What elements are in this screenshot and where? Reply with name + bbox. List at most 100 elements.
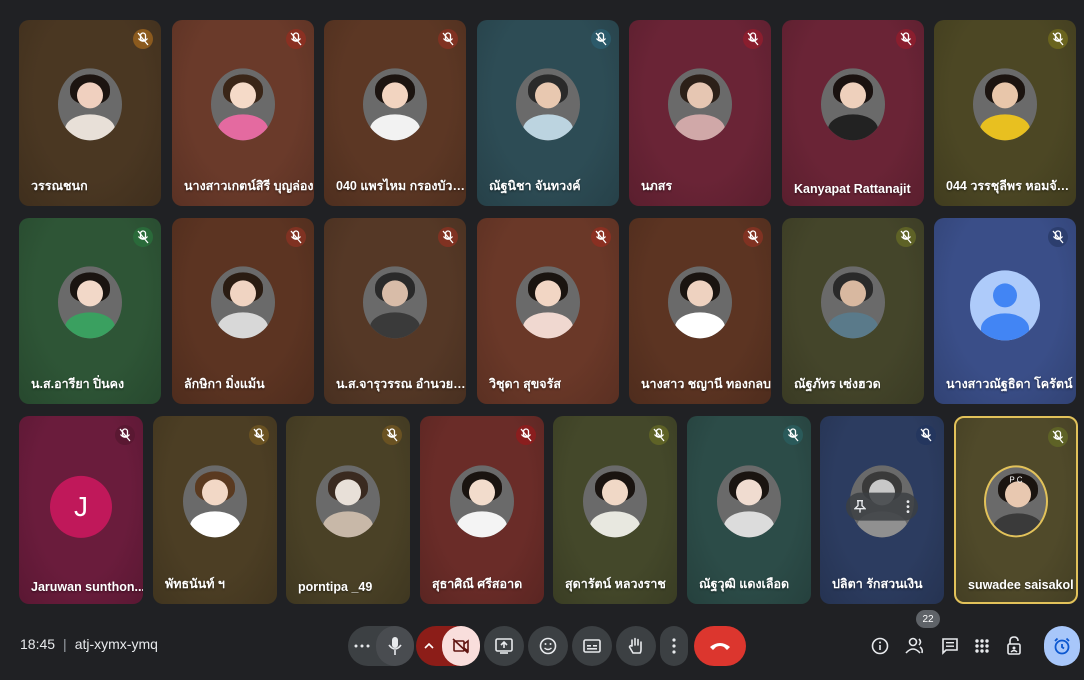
participant-tile[interactable]: J Jaruwan sunthon... (19, 416, 143, 604)
bottom-control-bar: 18:45 | atj-xymx-ymq 22 (0, 610, 1084, 680)
participant-tile[interactable]: P C suwadee saisakol (954, 416, 1078, 604)
participant-name: น.ส.จารุวรรณ อำนวยพร (336, 377, 466, 391)
tile-hover-controls (846, 492, 918, 521)
muted-indicator (286, 29, 306, 49)
avatar (211, 266, 275, 339)
avatar (668, 68, 732, 141)
camera-control-group (416, 626, 480, 666)
mic-off-icon (653, 428, 665, 442)
mic-toggle-button[interactable] (376, 626, 414, 666)
host-controls-button[interactable] (1002, 634, 1026, 658)
more-vert-icon (672, 638, 676, 654)
participant-tile[interactable]: Kanyapat Rattanajit (782, 20, 924, 206)
mic-off-icon (747, 230, 759, 244)
participant-tile[interactable]: น.ส.จารุวรรณ อำนวยพร (324, 218, 466, 404)
mic-off-icon (1052, 430, 1064, 444)
participant-name: นภสร (641, 179, 673, 193)
participant-tile[interactable]: นางสาวเกตน์สิรี บุญล่อง (172, 20, 314, 206)
participant-name: ปลิตา รักสวนเงิน (832, 577, 923, 591)
people-icon (905, 637, 924, 654)
mic-off-icon (1052, 32, 1064, 46)
raise-hand-icon (628, 637, 642, 654)
meeting-info: 18:45 | atj-xymx-ymq (20, 636, 158, 652)
participant-tile[interactable]: พัทธนันท์ ฯ (153, 416, 277, 604)
participant-tile[interactable]: ณัฐวุฒิ แดงเลือด (687, 416, 811, 604)
ai-companion-button[interactable] (1044, 626, 1080, 666)
meeting-details-button[interactable] (868, 634, 892, 658)
participant-count-badge: 22 (916, 610, 940, 628)
participant-tile[interactable]: สุดารัตน์ หลวงราช (553, 416, 677, 604)
mic-off-icon (119, 428, 131, 442)
more-icon (354, 644, 370, 648)
pin-icon[interactable] (854, 499, 866, 514)
mic-icon (388, 637, 402, 655)
more-vert-icon[interactable] (906, 500, 910, 514)
avatar (316, 465, 380, 538)
participant-tile[interactable]: วิชุดา สุขจรัส (477, 218, 619, 404)
avatar (211, 68, 275, 141)
muted-indicator (1048, 427, 1068, 447)
raise-hand-button[interactable] (616, 626, 656, 666)
participant-name: ลักษิกา มิ่งแม้น (184, 377, 265, 391)
avatar (668, 266, 732, 339)
muted-indicator (591, 29, 611, 49)
participant-tile[interactable]: 040 แพรไหม กรองบัวแก้ว (324, 20, 466, 206)
muted-indicator (783, 425, 803, 445)
meeting-code[interactable]: atj-xymx-ymq (75, 636, 158, 652)
meeting-time: 18:45 (20, 636, 56, 652)
emoji-button[interactable] (528, 626, 568, 666)
muted-indicator (382, 425, 402, 445)
participant-tile[interactable]: ณัฐนิชา จันทวงค์ (477, 20, 619, 206)
mic-off-icon (137, 230, 149, 244)
muted-indicator (916, 425, 936, 445)
camera-toggle-button[interactable] (442, 626, 480, 666)
mic-off-icon (900, 230, 912, 244)
chat-button[interactable] (938, 634, 962, 658)
participant-grid: วรรณชนก นางสาวเกตน์สิรี บุญล่อง 040 แพรไหม… (0, 0, 1084, 612)
mic-off-icon (290, 32, 302, 46)
mic-off-icon (900, 32, 912, 46)
host-controls-icon (1007, 636, 1021, 655)
participant-tile[interactable]: ณัฐภัทร เซ่งฮวด (782, 218, 924, 404)
participant-name: 040 แพรไหม กรองบัวแก้ว (336, 179, 466, 193)
mic-options-button[interactable] (348, 644, 376, 648)
avatar: P C (984, 465, 1048, 538)
participant-tile[interactable]: ปลิตา รักสวนเงิน (820, 416, 944, 604)
participant-name: นางสาวณัฐธิดา โครัตน์ (946, 377, 1073, 391)
participant-tile[interactable]: นางสาว ชญานี ทองกลบ (629, 218, 771, 404)
participant-tile[interactable]: porntipa _49 (286, 416, 410, 604)
activities-button[interactable] (970, 634, 994, 658)
camera-options-button[interactable] (416, 643, 442, 649)
participant-tile[interactable]: 044 วรรชุลีพร หอมจันทร์ (934, 20, 1076, 206)
participant-tile[interactable]: สุธาศิณี ศรีสอาด (420, 416, 544, 604)
leave-call-icon (710, 643, 730, 650)
participant-name: Kanyapat Rattanajit (794, 182, 911, 196)
leave-call-button[interactable] (694, 626, 746, 666)
avatar (821, 266, 885, 339)
avatar (363, 266, 427, 339)
participant-tile[interactable]: นภสร (629, 20, 771, 206)
participant-name: นางสาว ชญานี ทองกลบ (641, 377, 771, 391)
emoji-icon (539, 637, 557, 655)
muted-indicator (896, 227, 916, 247)
participant-tile[interactable]: วรรณชนก (19, 20, 161, 206)
muted-indicator (743, 29, 763, 49)
participant-name: สุธาศิณี ศรีสอาด (432, 577, 523, 591)
more-options-button[interactable] (660, 626, 688, 666)
avatar (821, 68, 885, 141)
present-button[interactable] (484, 626, 524, 666)
participant-name: พัทธนันท์ ฯ (165, 577, 225, 591)
avatar-letter: J (74, 490, 88, 522)
camera-off-icon (452, 638, 469, 654)
participant-name: สุดารัตน์ หลวงราช (565, 577, 666, 591)
participant-tile[interactable]: ลักษิกา มิ่งแม้น (172, 218, 314, 404)
mic-off-icon (253, 428, 265, 442)
present-icon (495, 638, 513, 654)
people-button[interactable] (904, 634, 928, 658)
mic-off-icon (1052, 230, 1064, 244)
captions-button[interactable] (572, 626, 612, 666)
muted-indicator (133, 29, 153, 49)
participant-tile[interactable]: น.ส.อารียา ปิ่นคง (19, 218, 161, 404)
participant-name: 044 วรรชุลีพร หอมจันทร์ (946, 179, 1076, 193)
participant-tile[interactable]: นางสาวณัฐธิดา โครัตน์ (934, 218, 1076, 404)
